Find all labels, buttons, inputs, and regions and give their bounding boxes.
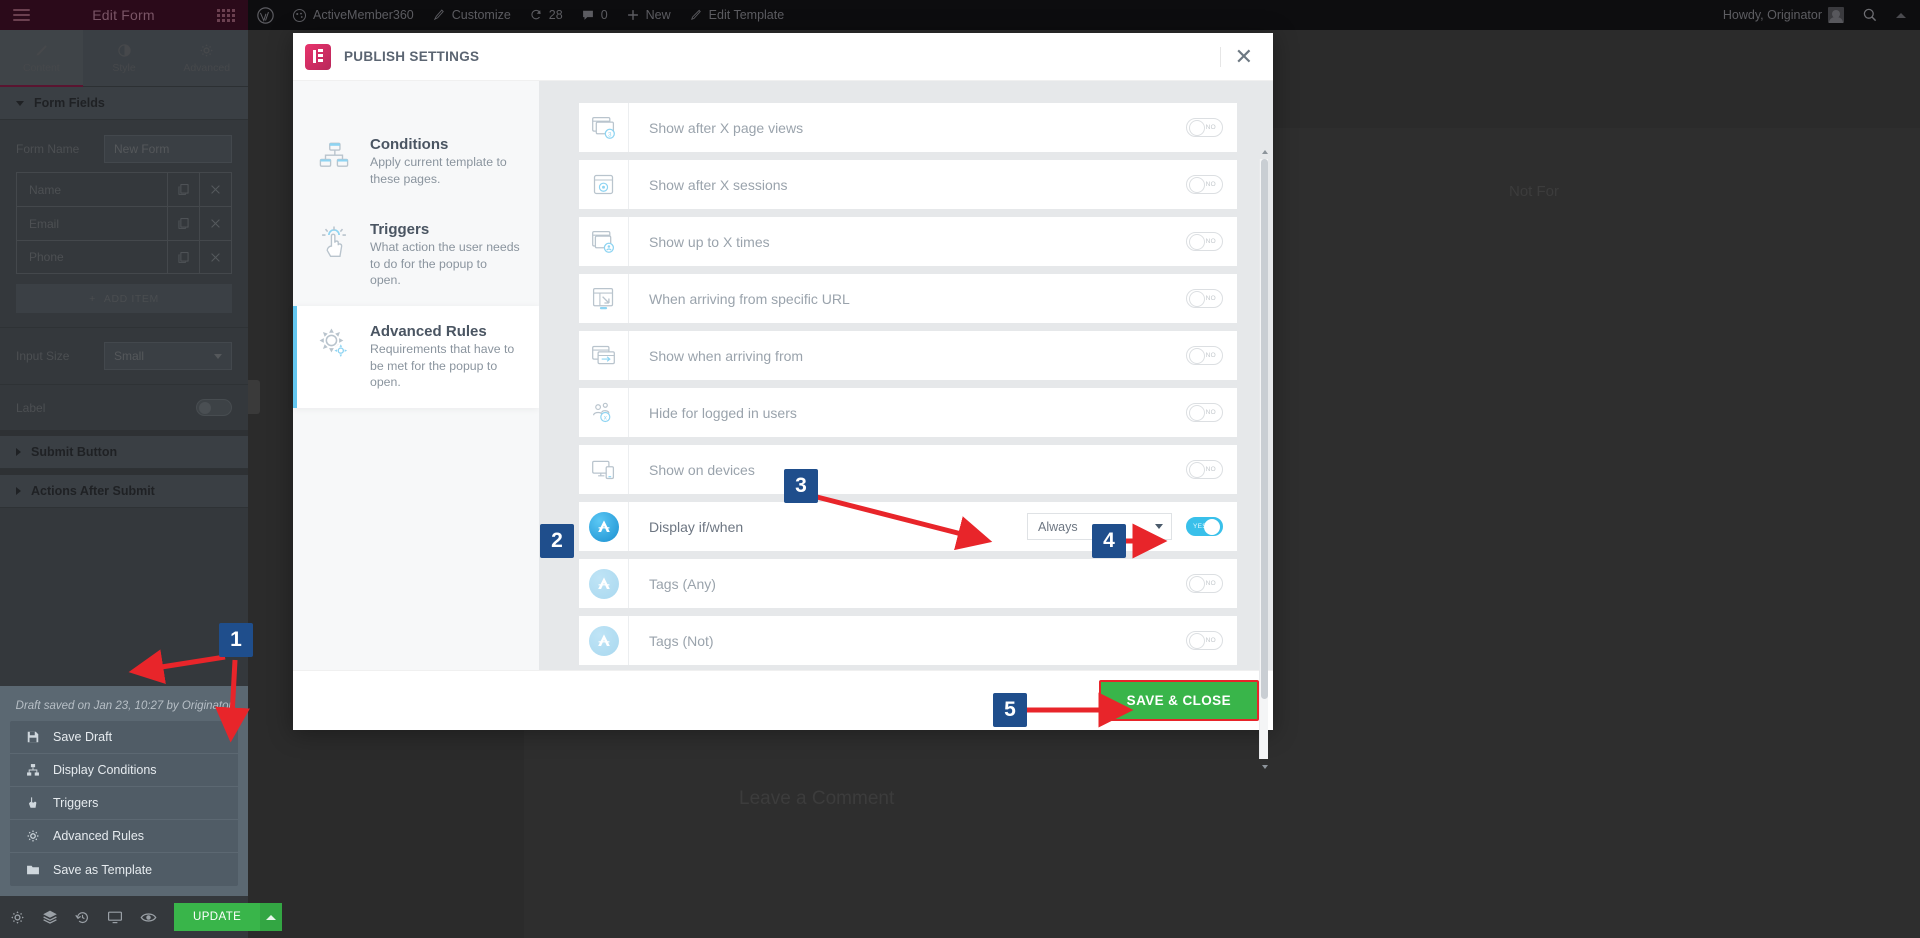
screen-root: Not For Leave a Comment ActiveMember360 … [0, 0, 1920, 938]
annotation-arrows [0, 0, 1920, 938]
annotation-badge-1: 1 [219, 623, 253, 657]
annotation-badge-3: 3 [784, 469, 818, 503]
annotation-badge-5: 5 [993, 693, 1027, 727]
annotation-badge-2: 2 [540, 524, 574, 558]
annotation-badge-4: 4 [1092, 524, 1126, 558]
